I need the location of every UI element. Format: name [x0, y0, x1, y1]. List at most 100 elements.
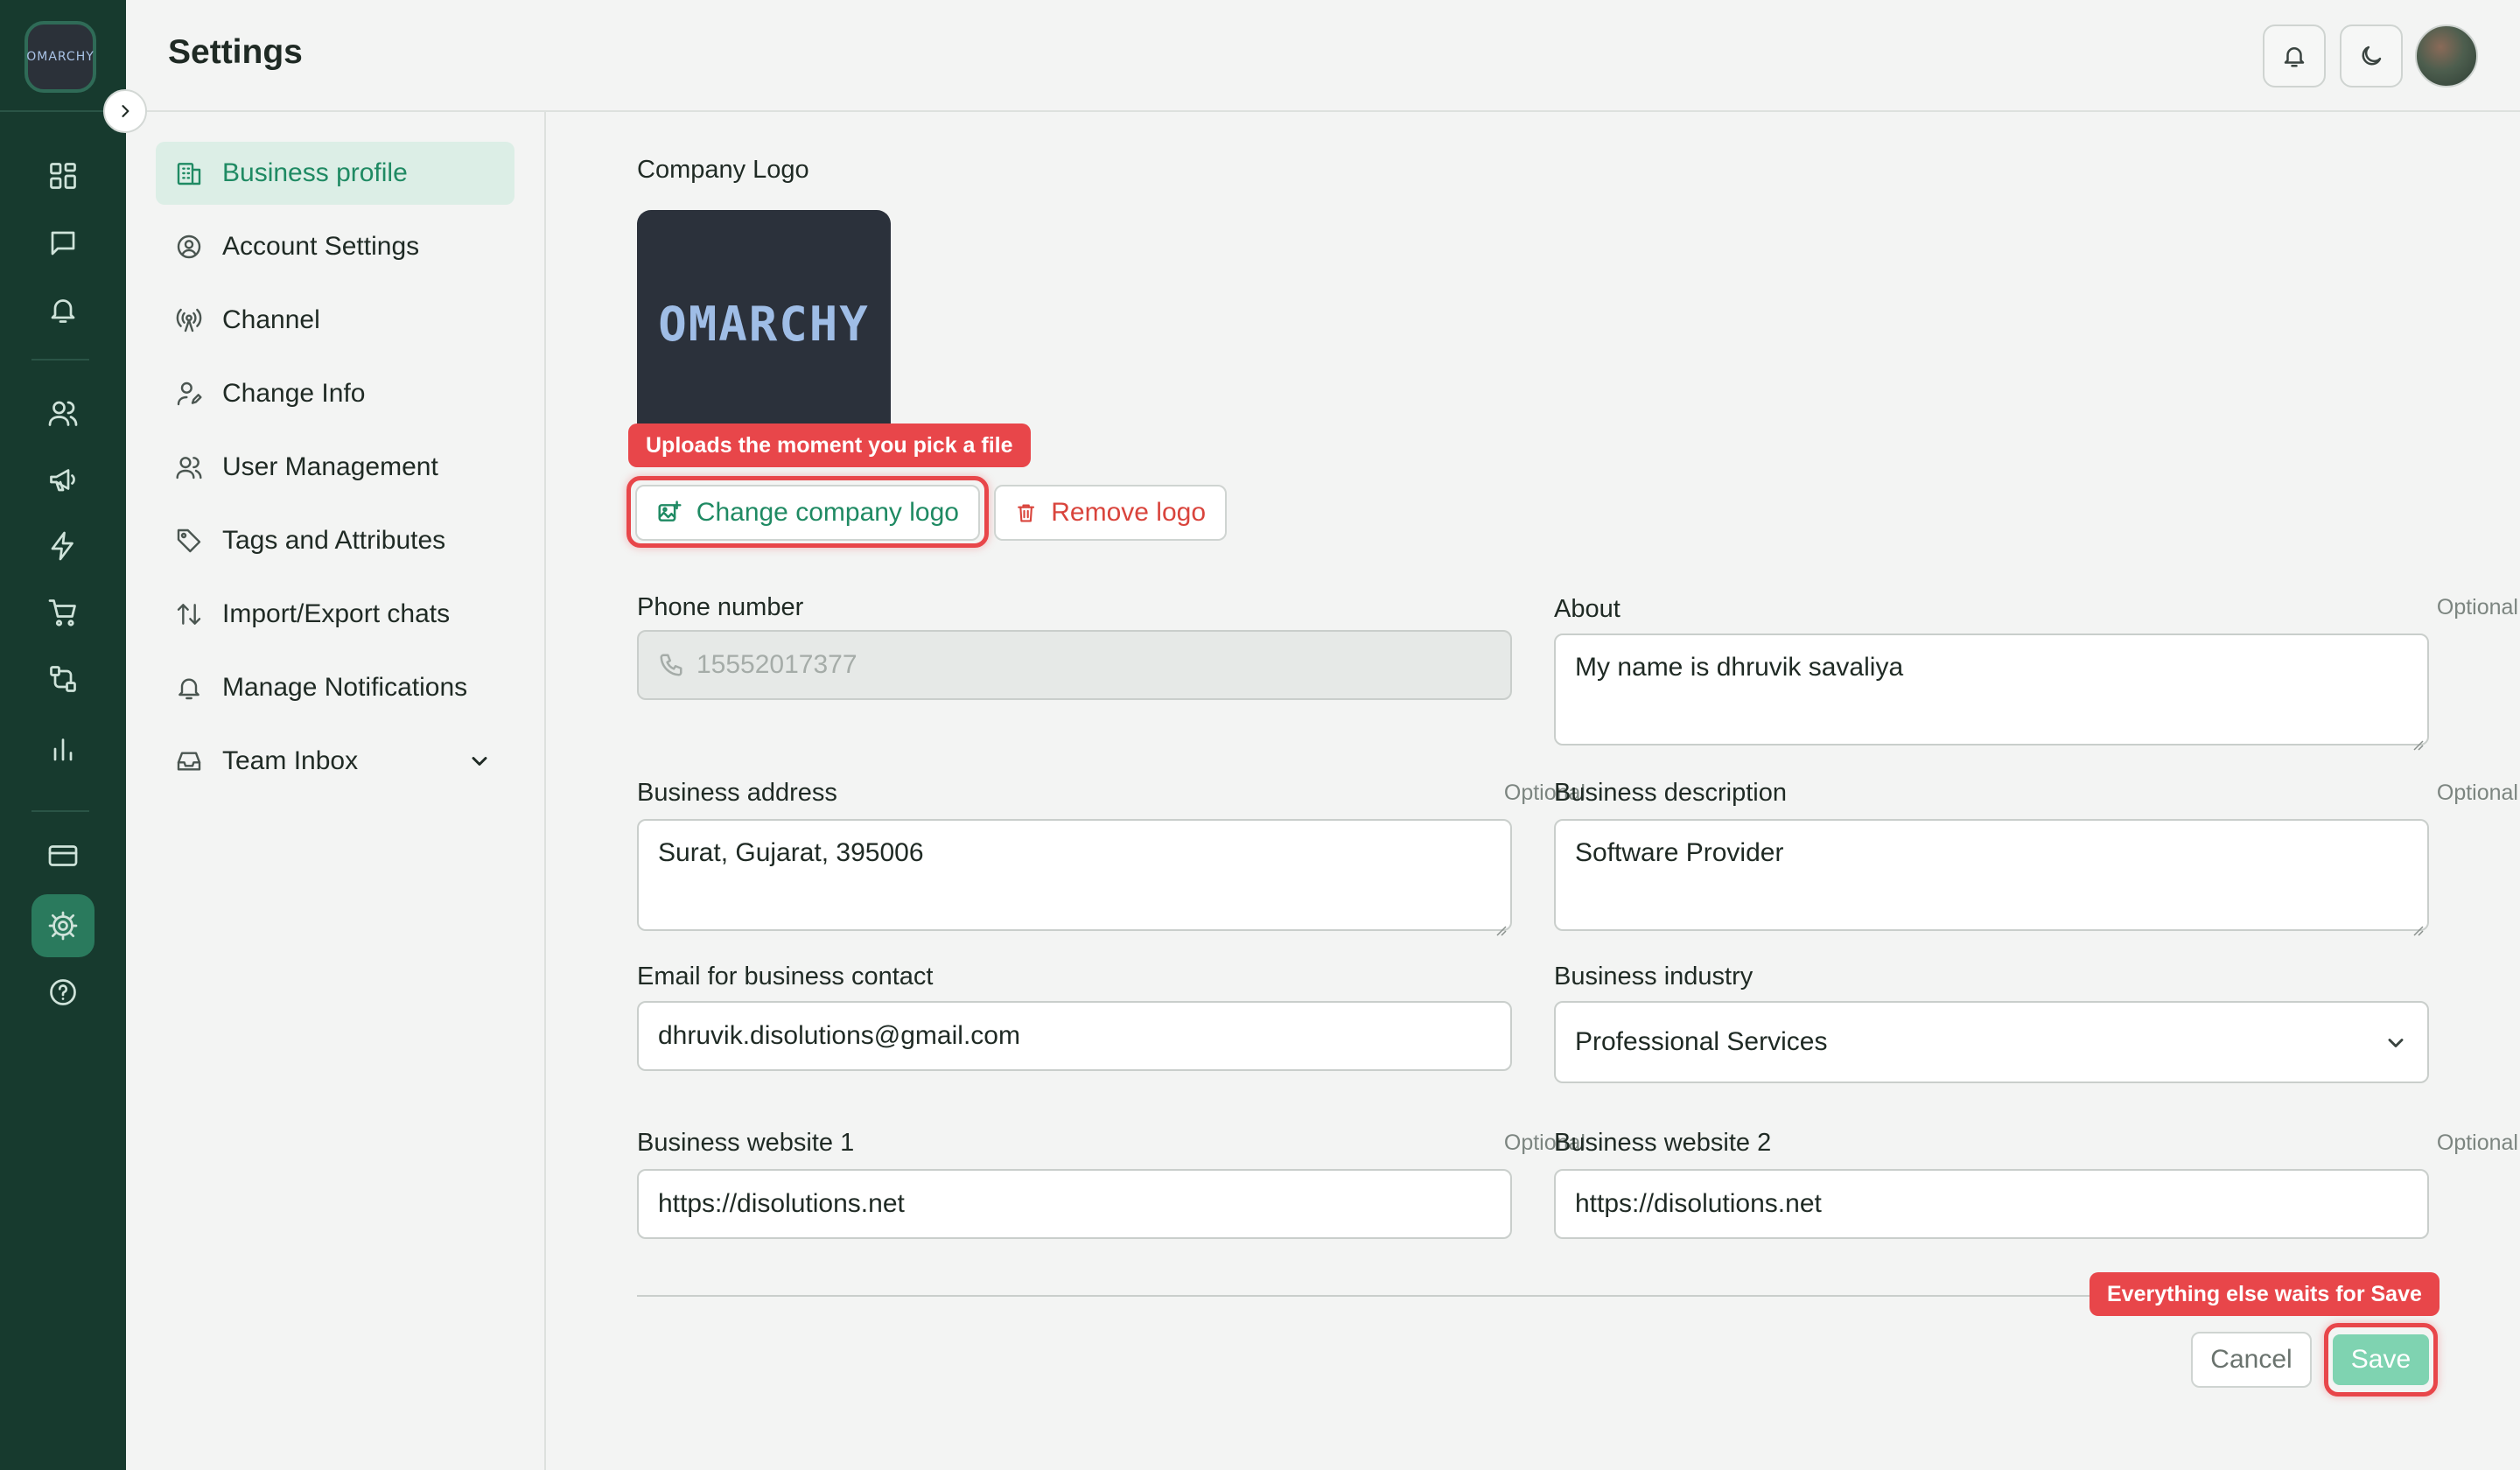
- bell-icon: [2284, 47, 2305, 67]
- users-icon: [176, 457, 202, 480]
- resize-handle-icon[interactable]: [1494, 914, 1507, 936]
- nav-item-label: Business profile: [222, 158, 408, 187]
- website2-optional-label: Optional: [2436, 1130, 2518, 1155]
- nav-item-tags-attributes[interactable]: Tags and Attributes: [156, 509, 514, 572]
- nav-item-label: Change Info: [222, 379, 366, 408]
- company-logo-label: Company Logo: [637, 156, 809, 184]
- business-profile-form: Company Logo OMARCHY Uploads the moment …: [548, 114, 2520, 1470]
- change-logo-label: Change company logo: [696, 498, 959, 527]
- theme-toggle-button[interactable]: [2340, 24, 2403, 88]
- nav-item-import-export[interactable]: Import/Export chats: [156, 583, 514, 646]
- save-button[interactable]: Save: [2333, 1334, 2429, 1385]
- chevron-down-icon[interactable]: [467, 749, 492, 774]
- image-plus-icon: [658, 500, 682, 522]
- bell-icon: [178, 678, 200, 700]
- page-title: Settings: [168, 33, 303, 71]
- about-value: My name is dhruvik savaliya: [1575, 653, 1904, 682]
- moon-icon: [2362, 46, 2382, 66]
- trash-icon: [1018, 504, 1035, 522]
- chat-icon[interactable]: [46, 226, 80, 261]
- email-value: dhruvik.disolutions@gmail.com: [658, 1021, 1020, 1050]
- nav-item-business-profile[interactable]: Business profile: [156, 142, 514, 205]
- address-label: Business address: [637, 779, 837, 807]
- website1-value: https://disolutions.net: [658, 1189, 905, 1218]
- website2-label: Business website 2: [1554, 1129, 1772, 1157]
- top-header: Settings: [126, 0, 2520, 112]
- app-logo-text: OMARCHY: [26, 50, 94, 64]
- resize-handle-icon[interactable]: [2412, 914, 2424, 936]
- users-icon[interactable]: [46, 396, 80, 430]
- nav-item-label: Channel: [222, 305, 320, 334]
- cancel-button[interactable]: Cancel: [2191, 1332, 2312, 1388]
- user-edit-icon: [177, 382, 202, 406]
- description-optional-label: Optional: [2436, 780, 2518, 805]
- resize-handle-icon[interactable]: [2412, 728, 2424, 751]
- help-icon[interactable]: [46, 975, 80, 1010]
- billing-icon[interactable]: [46, 838, 80, 873]
- chevron-right-icon: [122, 105, 130, 117]
- upload-tooltip: Uploads the moment you pick a file: [628, 424, 1031, 467]
- industry-value: Professional Services: [1575, 1027, 1828, 1056]
- sidebar-collapse-button[interactable]: [103, 89, 147, 133]
- chevron-down-icon: [2384, 1031, 2408, 1055]
- bar-chart-icon[interactable]: [46, 732, 80, 766]
- avatar[interactable]: [2415, 24, 2478, 88]
- broadcast-icon: [176, 308, 202, 332]
- nav-item-manage-notifications[interactable]: Manage Notifications: [156, 656, 514, 719]
- website2-value: https://disolutions.net: [1575, 1189, 1822, 1218]
- nav-item-label: Manage Notifications: [222, 673, 468, 702]
- dashboard-icon[interactable]: [46, 158, 80, 193]
- website1-optional-label: Optional: [1503, 1130, 1586, 1155]
- nav-item-change-info[interactable]: Change Info: [156, 362, 514, 425]
- website1-field[interactable]: https://disolutions.net: [637, 1169, 1512, 1239]
- inbox-icon: [177, 752, 201, 771]
- phone-field: 15552017377: [637, 630, 1512, 700]
- industry-label: Business industry: [1554, 962, 1754, 990]
- notifications-button[interactable]: [2263, 24, 2326, 88]
- website2-field[interactable]: https://disolutions.net: [1554, 1169, 2429, 1239]
- cart-icon[interactable]: [46, 595, 80, 630]
- address-textarea[interactable]: Surat, Gujarat, 395006: [637, 819, 1512, 936]
- description-value: Software Provider: [1575, 838, 1784, 867]
- phone-label: Phone number: [637, 593, 804, 621]
- nav-item-account-settings[interactable]: Account Settings: [156, 215, 514, 278]
- company-logo-preview: OMARCHY: [637, 210, 891, 438]
- user-circle-icon: [177, 234, 201, 259]
- nav-item-team-inbox[interactable]: Team Inbox: [156, 730, 514, 793]
- building-icon: [177, 163, 201, 186]
- app-rail: OMARCHY: [0, 0, 126, 1470]
- sort-arrows-icon: [177, 604, 201, 625]
- settings-nav: Business profile Account Settings Channe…: [126, 112, 546, 1470]
- about-textarea[interactable]: My name is dhruvik savaliya: [1554, 634, 2429, 751]
- email-label: Email for business contact: [637, 962, 934, 990]
- nav-item-channel[interactable]: Channel: [156, 289, 514, 352]
- company-logo-text: OMARCHY: [658, 296, 870, 352]
- settings-icon[interactable]: [46, 908, 80, 943]
- email-field[interactable]: dhruvik.disolutions@gmail.com: [637, 1001, 1512, 1071]
- nav-item-label: Account Settings: [222, 232, 420, 261]
- description-label: Business description: [1554, 779, 1787, 807]
- save-tooltip: Everything else waits for Save: [2090, 1272, 2440, 1316]
- about-label: About: [1554, 595, 1620, 623]
- description-textarea[interactable]: Software Provider: [1554, 819, 2429, 936]
- nav-item-label: Team Inbox: [222, 746, 359, 775]
- bell-icon[interactable]: [46, 292, 80, 327]
- about-optional-label: Optional: [2436, 595, 2518, 620]
- bolt-icon[interactable]: [46, 528, 80, 564]
- address-value: Surat, Gujarat, 395006: [658, 838, 924, 867]
- nav-item-label: Tags and Attributes: [222, 526, 446, 555]
- nav-item-label: Import/Export chats: [222, 599, 451, 628]
- nav-item-user-management[interactable]: User Management: [156, 436, 514, 499]
- rail-divider: [32, 810, 89, 812]
- flow-icon[interactable]: [46, 662, 80, 696]
- change-logo-button[interactable]: Change company logo: [635, 485, 980, 541]
- rail-divider: [32, 359, 89, 360]
- nav-item-label: User Management: [222, 452, 438, 481]
- remove-logo-button[interactable]: Remove logo: [994, 485, 1227, 541]
- app-logo[interactable]: OMARCHY: [24, 21, 96, 93]
- megaphone-icon[interactable]: [46, 462, 80, 497]
- industry-select[interactable]: Professional Services: [1554, 1001, 2429, 1083]
- remove-logo-label: Remove logo: [1051, 498, 1206, 527]
- phone-value: 15552017377: [696, 650, 858, 679]
- tag-icon: [177, 528, 201, 553]
